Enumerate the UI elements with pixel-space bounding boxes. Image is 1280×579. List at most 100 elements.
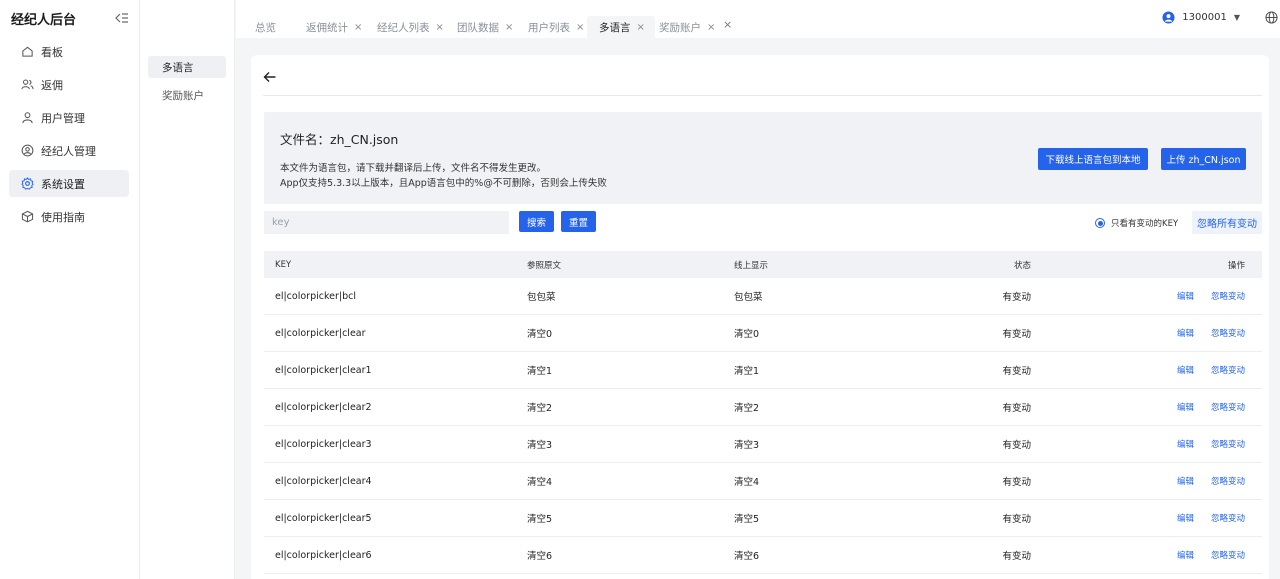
cell-status: 有变动 <box>1002 514 1031 525</box>
close-icon[interactable]: × <box>576 22 584 33</box>
sidebar-item-label: 经纪人管理 <box>41 144 96 158</box>
cell-status: 有变动 <box>1002 551 1031 562</box>
cell-source: 清空2 <box>527 403 553 414</box>
cell-online: 清空3 <box>734 440 760 451</box>
ignore-change-link[interactable]: 忽略变动 <box>1211 327 1245 339</box>
sidebar-item-label: 系统设置 <box>41 177 85 191</box>
close-icon[interactable]: × <box>637 22 645 33</box>
ignore-change-link[interactable]: 忽略变动 <box>1211 512 1245 524</box>
cell-online: 清空5 <box>734 514 760 525</box>
cell-actions: 编辑 忽略变动 <box>1177 426 1245 462</box>
radio-selected-icon[interactable] <box>1095 218 1105 228</box>
cell-key: el|colorpicker|bcl <box>275 290 356 302</box>
table-row: el|colorpicker|clear6 清空6 清空6 有变动 编辑 忽略变动 <box>264 537 1262 574</box>
cell-actions: 编辑 忽略变动 <box>1177 315 1245 351</box>
collapse-sidebar-icon[interactable] <box>114 10 130 26</box>
tab-overview[interactable]: 总览 <box>255 16 276 38</box>
cell-key: el|colorpicker|clear3 <box>275 438 372 450</box>
download-language-pack-button[interactable]: 下载线上语言包到本地 <box>1038 148 1148 170</box>
cell-actions: 编辑 忽略变动 <box>1177 463 1245 499</box>
upload-language-file-button[interactable]: 上传 zh_CN.json <box>1161 148 1246 170</box>
cell-actions: 编辑 忽略变动 <box>1177 352 1245 388</box>
cell-status: 有变动 <box>1002 292 1031 303</box>
cell-status: 有变动 <box>1002 440 1031 451</box>
ignore-all-changes-button[interactable]: 忽略所有变动 <box>1192 211 1262 234</box>
sidebar: 经纪人后台 看板 返佣 用户管理 经纪人管理 系统设置 使用指南 <box>0 0 140 579</box>
cell-key: el|colorpicker|clear1 <box>275 364 372 376</box>
sidebar-item-label: 看板 <box>41 45 63 59</box>
ignore-change-link[interactable]: 忽略变动 <box>1211 549 1245 561</box>
close-icon[interactable]: × <box>707 22 715 33</box>
cell-online: 包包菜 <box>734 292 763 303</box>
close-all-tabs-icon[interactable]: × <box>723 18 732 31</box>
tab-label: 用户列表 <box>528 21 570 34</box>
language-key-table: KEY 参照原文 线上显示 状态 操作 el|colorpicker|bcl 包包… <box>264 251 1262 574</box>
user-circle-icon <box>21 144 34 157</box>
table-row: el|colorpicker|bcl 包包菜 包包菜 有变动 编辑 忽略变动 <box>264 278 1262 315</box>
sidebar-item-guide[interactable]: 使用指南 <box>9 203 129 230</box>
sidebar-item-label: 返佣 <box>41 78 63 92</box>
edit-link[interactable]: 编辑 <box>1177 512 1194 524</box>
edit-link[interactable]: 编辑 <box>1177 438 1194 450</box>
table-row: el|colorpicker|clear1 清空1 清空1 有变动 编辑 忽略变动 <box>264 352 1262 389</box>
edit-link[interactable]: 编辑 <box>1177 364 1194 376</box>
subnav: 多语言 奖励账户 <box>140 0 235 579</box>
sidebar-item-label: 用户管理 <box>41 111 85 125</box>
subnav-item-reward-account[interactable]: 奖励账户 <box>148 84 226 106</box>
sidebar-item-broker-management[interactable]: 经纪人管理 <box>9 137 129 164</box>
sidebar-item-user-management[interactable]: 用户管理 <box>9 104 129 131</box>
sidebar-item-system-settings[interactable]: 系统设置 <box>9 170 129 197</box>
cell-key: el|colorpicker|clear <box>275 327 366 339</box>
tab-label: 多语言 <box>599 21 631 34</box>
table-header: KEY 参照原文 线上显示 状态 操作 <box>264 251 1262 278</box>
close-icon[interactable]: × <box>505 22 513 33</box>
tab-rebate-stats[interactable]: 返佣统计 × <box>306 16 362 38</box>
cell-actions: 编辑 忽略变动 <box>1177 278 1245 314</box>
back-arrow-icon[interactable] <box>263 70 277 84</box>
cube-icon <box>21 210 34 223</box>
ignore-change-link[interactable]: 忽略变动 <box>1211 475 1245 487</box>
ignore-change-link[interactable]: 忽略变动 <box>1211 401 1245 413</box>
subnav-item-multilanguage[interactable]: 多语言 <box>148 56 226 78</box>
tab-reward-account[interactable]: 奖励账户 × <box>659 16 715 38</box>
tab-label: 返佣统计 <box>306 21 348 34</box>
header-key: KEY <box>275 259 292 270</box>
header-status: 状态 <box>1013 260 1031 271</box>
search-button[interactable]: 搜索 <box>519 211 554 232</box>
tab-label: 团队数据 <box>457 21 499 34</box>
ignore-change-link[interactable]: 忽略变动 <box>1211 290 1245 302</box>
only-changed-filter[interactable]: 只看有变动的KEY <box>1095 217 1178 229</box>
globe-icon[interactable] <box>1265 11 1278 24</box>
key-search-input[interactable] <box>264 211 509 234</box>
ignore-change-link[interactable]: 忽略变动 <box>1211 364 1245 376</box>
edit-link[interactable]: 编辑 <box>1177 327 1194 339</box>
cell-status: 有变动 <box>1002 329 1031 340</box>
reset-button[interactable]: 重置 <box>561 211 596 232</box>
sidebar-item-rebate[interactable]: 返佣 <box>9 71 129 98</box>
gear-icon <box>21 177 34 190</box>
close-icon[interactable]: × <box>436 22 444 33</box>
file-name-label: 文件名： <box>280 132 331 147</box>
header-online: 线上显示 <box>734 260 769 271</box>
tab-multilanguage[interactable]: 多语言 × <box>587 16 655 38</box>
cell-source: 清空0 <box>527 329 553 340</box>
tab-user-list[interactable]: 用户列表 × <box>528 16 584 38</box>
edit-link[interactable]: 编辑 <box>1177 475 1194 487</box>
user-menu[interactable]: 1300001 ▼ <box>1162 11 1240 24</box>
table-row: el|colorpicker|clear4 清空4 清空4 有变动 编辑 忽略变动 <box>264 463 1262 500</box>
only-changed-label: 只看有变动的KEY <box>1111 219 1179 229</box>
close-icon[interactable]: × <box>354 22 362 33</box>
cell-status: 有变动 <box>1002 477 1031 488</box>
tab-broker-list[interactable]: 经纪人列表 × <box>377 16 444 38</box>
sidebar-item-dashboard[interactable]: 看板 <box>9 38 129 65</box>
cell-online: 清空2 <box>734 403 760 414</box>
app-title: 经纪人后台 <box>11 13 77 28</box>
edit-link[interactable]: 编辑 <box>1177 549 1194 561</box>
cell-actions: 编辑 忽略变动 <box>1177 537 1245 573</box>
edit-link[interactable]: 编辑 <box>1177 290 1194 302</box>
tab-team-data[interactable]: 团队数据 × <box>457 16 513 38</box>
cell-online: 清空6 <box>734 551 760 562</box>
cell-source: 包包菜 <box>527 292 556 303</box>
ignore-change-link[interactable]: 忽略变动 <box>1211 438 1245 450</box>
edit-link[interactable]: 编辑 <box>1177 401 1194 413</box>
